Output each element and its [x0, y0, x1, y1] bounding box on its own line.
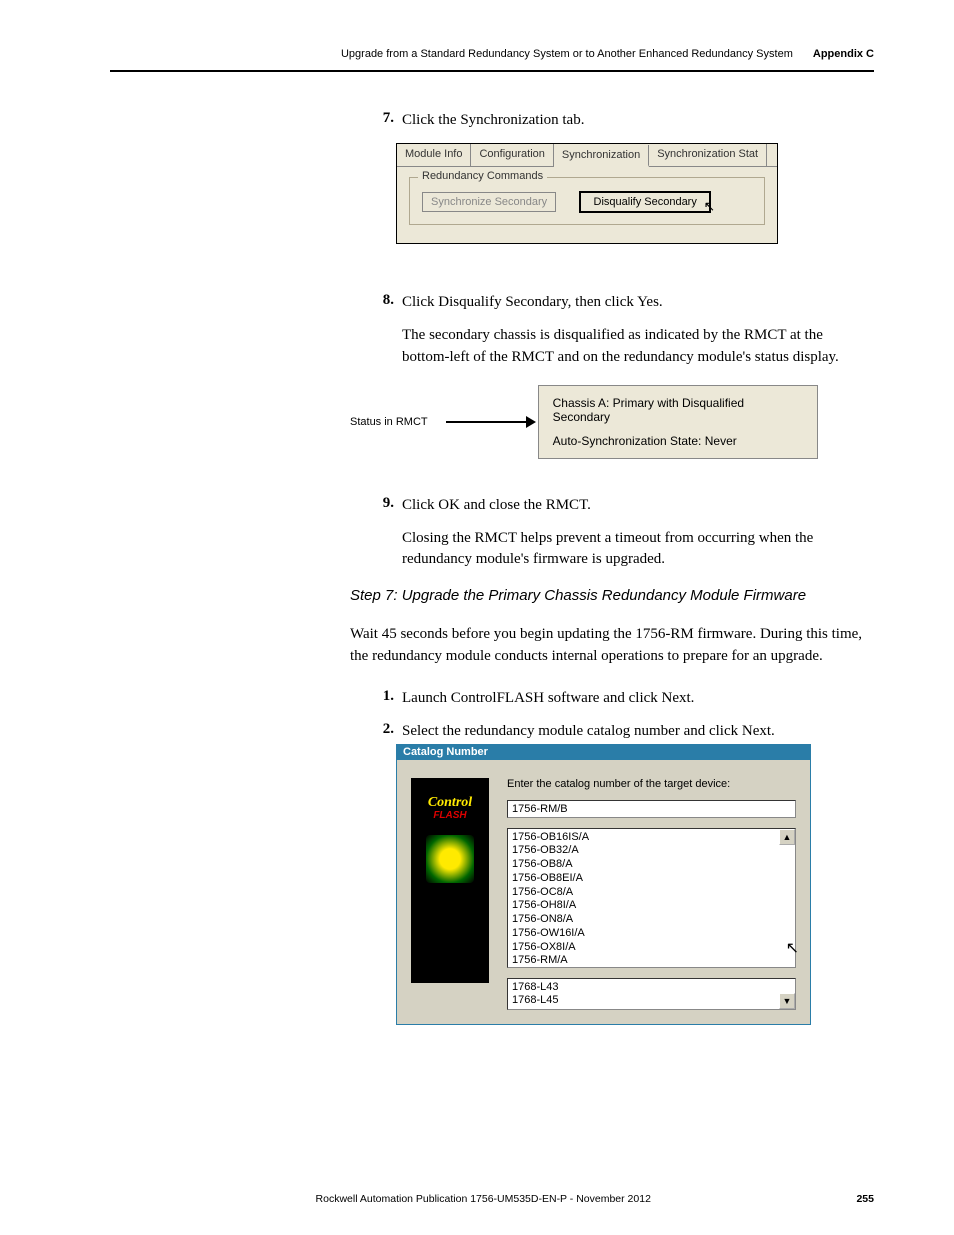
step-text: Click OK and close the RMCT.: [402, 495, 591, 516]
rmct-status-box: Chassis A: Primary with Disqualified Sec…: [538, 385, 818, 459]
status-line-2: Auto-Synchronization State: Never: [553, 434, 803, 448]
logo-main-text: Control: [428, 796, 472, 810]
status-line-1: Chassis A: Primary with Disqualified Sec…: [553, 396, 803, 424]
status-row: Status in RMCT Chassis A: Primary with D…: [350, 385, 874, 459]
dialog-title: Catalog Number: [397, 744, 810, 760]
list-item[interactable]: 1756-OB8/A: [512, 858, 791, 872]
step-number: 2.: [368, 721, 394, 742]
step-7: 7. Click the Synchronization tab.: [368, 110, 874, 131]
step-number: 8.: [368, 292, 394, 313]
catalog-number-input[interactable]: [507, 800, 796, 818]
page-content: 7. Click the Synchronization tab. Module…: [110, 110, 874, 1025]
list-item[interactable]: 1756-RM/A: [512, 954, 791, 968]
substep-1: 1. Launch ControlFLASH software and clic…: [368, 688, 874, 709]
step-9-paragraph: Closing the RMCT helps prevent a timeout…: [402, 528, 874, 572]
list-item[interactable]: 1756-OH8I/A: [512, 899, 791, 913]
list-item[interactable]: 1756-OB8EI/A: [512, 872, 791, 886]
footer-page-number: 255: [856, 1193, 874, 1205]
step-8: 8. Click Disqualify Secondary, then clic…: [368, 292, 874, 313]
tab-sync-status[interactable]: Synchronization Stat: [649, 144, 767, 166]
disqualify-secondary-button[interactable]: Disqualify Secondary ↖: [580, 192, 710, 212]
header-appendix: Appendix C: [813, 48, 874, 60]
list-item[interactable]: 1756-OB32/A: [512, 844, 791, 858]
catalog-right-pane: Enter the catalog number of the target d…: [507, 778, 796, 1010]
step-text: Launch ControlFLASH software and click N…: [402, 688, 694, 709]
step-text: Click Disqualify Secondary, then click Y…: [402, 292, 663, 313]
tab-configuration[interactable]: Configuration: [471, 144, 553, 166]
cursor-icon: ↖: [703, 198, 715, 215]
cursor-icon: ↖: [786, 939, 799, 959]
status-label: Status in RMCT: [350, 416, 428, 428]
list-item[interactable]: 1768-L43: [512, 981, 791, 995]
tab-module-info[interactable]: Module Info: [397, 144, 471, 166]
tab-synchronization[interactable]: Synchronization: [554, 145, 649, 167]
step-number: 1.: [368, 688, 394, 709]
catalog-list[interactable]: 1756-OB16IS/A 1756-OB32/A 1756-OB8/A 175…: [507, 828, 796, 968]
catalog-number-dialog: Catalog Number Control FLASH Enter the c…: [396, 744, 811, 1025]
synchronize-secondary-button[interactable]: Synchronize Secondary: [422, 192, 556, 212]
arrow-icon: [446, 421, 528, 423]
step-text: Select the redundancy module catalog num…: [402, 721, 775, 742]
step-7-heading: Step 7: Upgrade the Primary Chassis Redu…: [350, 587, 874, 604]
sync-tab-panel: Module Info Configuration Synchronizatio…: [396, 143, 778, 244]
footer-publication: Rockwell Automation Publication 1756-UM5…: [316, 1193, 651, 1205]
step-8-paragraph: The secondary chassis is disqualified as…: [402, 325, 874, 369]
button-label: Disqualify Secondary: [594, 196, 697, 208]
controlflash-logo: Control FLASH: [411, 778, 489, 983]
tab-bar: Module Info Configuration Synchronizatio…: [397, 144, 777, 167]
step-number: 9.: [368, 495, 394, 516]
list-item[interactable]: 1768-L45: [512, 994, 791, 1008]
page-header: Upgrade from a Standard Redundancy Syste…: [110, 48, 874, 72]
list-item[interactable]: 1756-OX8I/A: [512, 941, 791, 955]
page-footer: Rockwell Automation Publication 1756-UM5…: [110, 1193, 874, 1205]
header-chapter: Upgrade from a Standard Redundancy Syste…: [341, 48, 793, 60]
fieldset-legend: Redundancy Commands: [418, 170, 547, 182]
redundancy-commands-fieldset: Redundancy Commands Synchronize Secondar…: [409, 177, 765, 225]
button-row: Synchronize Secondary Disqualify Seconda…: [422, 192, 752, 212]
step-7-paragraph: Wait 45 seconds before you begin updatin…: [350, 624, 874, 668]
catalog-prompt: Enter the catalog number of the target d…: [507, 778, 796, 790]
logo-icon: [426, 835, 474, 883]
list-item[interactable]: 1756-OB16IS/A: [512, 831, 791, 845]
step-number: 7.: [368, 110, 394, 131]
list-item[interactable]: 1756-ON8/A: [512, 913, 791, 927]
list-item[interactable]: 1756-OC8/A: [512, 886, 791, 900]
list-item[interactable]: 1756-OW16I/A: [512, 927, 791, 941]
catalog-bottom-list[interactable]: 1768-L43 1768-L45 ▼: [507, 978, 796, 1010]
dialog-body: Control FLASH Enter the catalog number o…: [397, 760, 810, 1024]
scroll-down-button[interactable]: ▼: [779, 993, 795, 1009]
logo-sub-text: FLASH: [433, 810, 466, 821]
step-text: Click the Synchronization tab.: [402, 110, 584, 131]
step-9: 9. Click OK and close the RMCT.: [368, 495, 874, 516]
scroll-up-button[interactable]: ▲: [779, 829, 795, 845]
substep-2: 2. Select the redundancy module catalog …: [368, 721, 874, 742]
